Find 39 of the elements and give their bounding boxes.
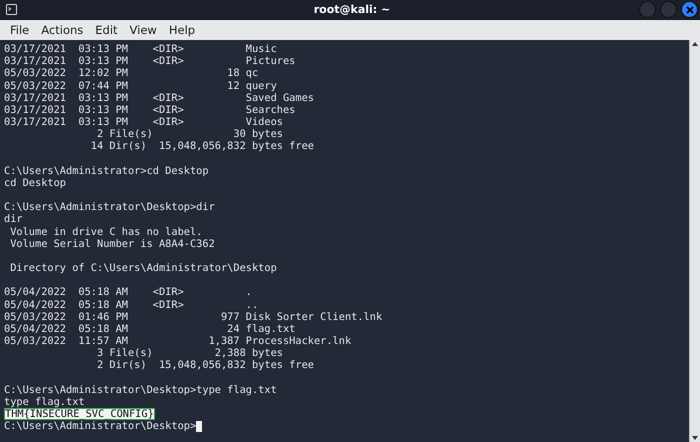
prompt-line: C:\Users\Administrator\Desktop> — [4, 420, 196, 433]
flag-text: THM{INSECURE_SVC_CONFIG} — [4, 408, 155, 420]
menu-item[interactable]: File — [4, 23, 36, 37]
cursor — [196, 420, 202, 432]
terminal-line: 03/17/2021 03:13 PM <DIR> Pictures — [4, 55, 296, 68]
terminal-line: 05/03/2022 12:02 PM 18 qc — [4, 67, 258, 80]
terminal-line: cd Desktop — [4, 176, 66, 190]
terminal-line: Directory of C:\Users\Administrator\Desktop — [9, 262, 277, 274]
terminal-line: 05/04/2022 05:18 AM <DIR> . — [4, 286, 252, 299]
terminal-line: 14 Dir(s) 15,048,056,832 bytes free — [90, 140, 314, 153]
terminal-line: 05/03/2022 11:57 AM 1,387 ProcessHacker.lnk — [4, 335, 352, 348]
terminal-line: 05/04/2022 05:18 AM <DIR> .. — [4, 298, 258, 311]
terminal-line: 03/17/2021 03:13 PM <DIR> Videos — [4, 116, 283, 128]
terminal-line: type flag.txt — [4, 396, 85, 408]
menu-item[interactable]: Help — [162, 23, 202, 37]
terminal-line: 2 File(s) 30 bytes — [96, 128, 283, 140]
terminal-line: 2 Dir(s) 15,048,056,832 bytes free — [96, 359, 314, 372]
terminal-line: C:\Users\Administrator>cd Desktop — [4, 164, 209, 177]
window-title: root@kali: ~ — [312, 3, 392, 16]
terminal-line: Volume Serial Number is A8A4-C362 — [9, 238, 215, 250]
terminal-icon — [6, 4, 17, 15]
terminal-line: C:\Users\Administrator\Desktop>type flag.txt — [4, 384, 277, 396]
terminal-line: dir — [4, 213, 23, 226]
terminal-line: Volume in drive C has no label. — [9, 226, 202, 238]
menu-item[interactable]: View — [124, 23, 163, 37]
menu-item[interactable]: Actions — [35, 23, 90, 37]
scroll-down-icon[interactable] — [690, 434, 700, 442]
terminal-line: 03/17/2021 03:13 PM <DIR> Saved Games — [4, 92, 314, 104]
scrollbar[interactable] — [689, 40, 700, 442]
close-button[interactable] — [681, 1, 698, 18]
terminal-line: 03/17/2021 03:13 PM <DIR> Music — [4, 43, 277, 56]
terminal-line: 3 File(s) 2,388 bytes — [96, 347, 283, 360]
menu-item[interactable]: Edit — [89, 23, 124, 37]
terminal-line: 05/03/2022 07:44 PM 12 query — [4, 80, 277, 92]
close-icon — [686, 6, 694, 14]
terminal-line: 03/17/2021 03:13 PM <DIR> Searches — [4, 104, 296, 116]
terminal-line: 05/03/2022 01:46 PM 977 Disk Sorter Client.lnk — [4, 310, 382, 323]
terminal-line: 05/04/2022 05:18 AM 24 flag.txt — [4, 322, 296, 336]
terminal-line: C:\Users\Administrator\Desktop>dir — [4, 201, 215, 214]
